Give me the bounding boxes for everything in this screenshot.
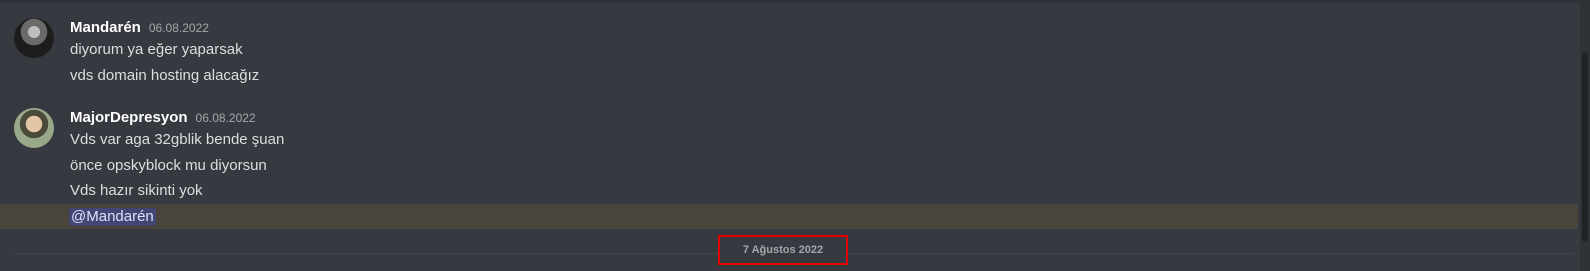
username[interactable]: MajorDepresyon	[70, 109, 188, 126]
date-divider-highlight-box: 7 Ağustos 2022	[718, 235, 848, 265]
message-header: Mandarén 06.08.2022	[70, 19, 209, 41]
username[interactable]: Mandarén	[70, 19, 141, 36]
date-divider-label: 7 Ağustos 2022	[742, 244, 824, 256]
avatar[interactable]	[14, 108, 54, 148]
scrollbar[interactable]	[1580, 0, 1590, 271]
timestamp[interactable]: 06.08.2022	[196, 111, 256, 125]
message-text: Vds var aga 32gblik bende şuan	[70, 131, 285, 148]
user-mention[interactable]: @Mandarén	[69, 208, 156, 226]
message-text: önce opskyblock mu diyorsun	[70, 157, 267, 174]
timestamp[interactable]: 06.08.2022	[149, 21, 209, 35]
message-text: diyorum ya eğer yaparsak	[70, 41, 243, 58]
avatar[interactable]	[14, 18, 54, 58]
message-header: MajorDepresyon 06.08.2022	[70, 109, 256, 131]
top-divider	[0, 0, 1590, 2]
message-text: Vds hazır sikinti yok	[70, 182, 203, 199]
scrollbar-thumb[interactable]	[1582, 52, 1588, 242]
mention-message-row: @Mandarén	[0, 204, 1578, 229]
message-text: vds domain hosting alacağız	[70, 67, 260, 84]
